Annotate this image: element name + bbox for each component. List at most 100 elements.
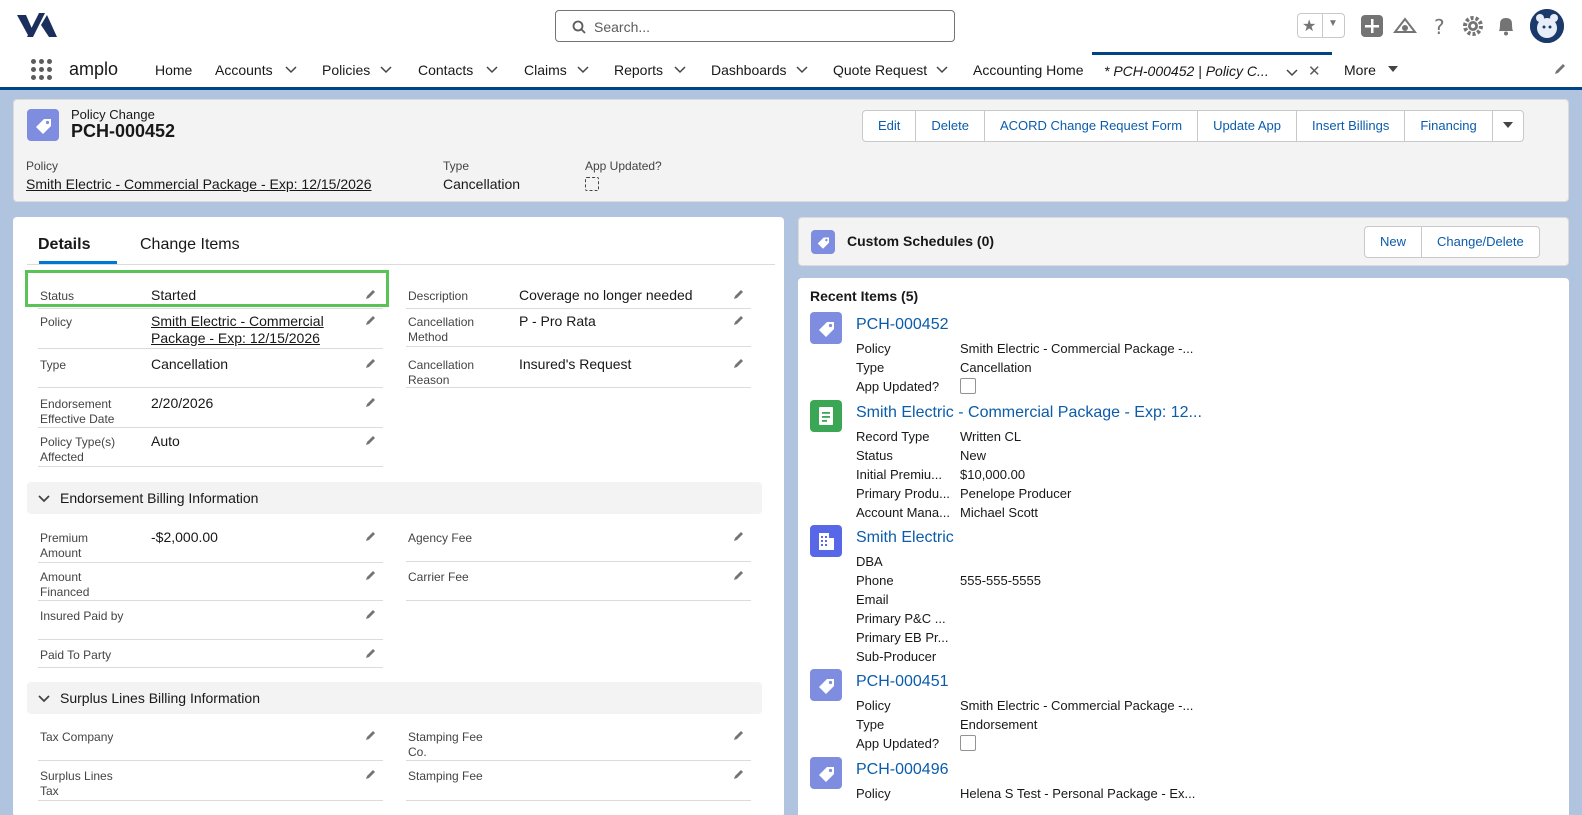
policy-link[interactable]: Smith Electric - Commercial Package - Ex… xyxy=(151,313,351,347)
pencil-icon[interactable] xyxy=(365,396,377,408)
tab-pch-000452[interactable]: * PCH-000452 | Policy C... ✕ xyxy=(1092,52,1332,87)
chevron-down-icon[interactable] xyxy=(38,492,50,504)
field-policy-types-affected: Policy Type(s) Affected Auto xyxy=(38,431,383,467)
pencil-icon[interactable] xyxy=(365,608,377,620)
chevron-down-icon[interactable] xyxy=(577,65,589,75)
chevron-down-icon[interactable] xyxy=(796,65,808,75)
pencil-icon[interactable] xyxy=(733,729,745,741)
search-placeholder: Search... xyxy=(594,19,651,35)
pencil-icon[interactable] xyxy=(365,530,377,542)
tab-details[interactable]: Details xyxy=(38,236,90,254)
section-surplus-lines-billing[interactable]: Surplus Lines Billing Information xyxy=(27,682,762,714)
nav-item-accounts[interactable]: Accounts xyxy=(215,62,273,78)
section-title: Endorsement Billing Information xyxy=(60,490,259,506)
favorites-button[interactable]: ★ ▼ xyxy=(1297,13,1345,38)
field-label: Endorsement Effective Date xyxy=(40,397,115,426)
global-header: Search... ★ ▼ ? xyxy=(0,0,1582,52)
bell-icon[interactable] xyxy=(1494,14,1518,38)
nav-item-dashboards[interactable]: Dashboards xyxy=(711,62,787,78)
field-insured-paid-by: Insured Paid by xyxy=(38,605,383,640)
chevron-down-icon[interactable] xyxy=(674,65,686,75)
pencil-icon[interactable] xyxy=(365,357,377,369)
recent-item-link[interactable]: PCH-000451 xyxy=(856,673,949,691)
recent-item-value: $10,000.00 xyxy=(960,467,1026,482)
delete-button[interactable]: Delete xyxy=(915,110,985,142)
chevron-down-icon[interactable]: ▼ xyxy=(1328,18,1338,29)
field-label: Carrier Fee xyxy=(408,570,469,584)
chevron-down-icon[interactable] xyxy=(285,65,297,75)
section-endorsement-billing[interactable]: Endorsement Billing Information xyxy=(27,482,762,514)
financing-button[interactable]: Financing xyxy=(1404,110,1493,142)
more-actions-button[interactable] xyxy=(1491,110,1524,142)
recent-item-link[interactable]: Smith Electric - Commercial Package - Ex… xyxy=(856,404,1202,422)
pencil-icon[interactable] xyxy=(365,434,377,446)
field-value: Cancellation xyxy=(151,356,229,372)
change-delete-button[interactable]: Change/Delete xyxy=(1421,226,1540,258)
amplo-logo-icon[interactable] xyxy=(17,11,57,39)
pencil-icon[interactable] xyxy=(365,729,377,741)
pencil-icon[interactable] xyxy=(365,288,377,300)
nav-item-quote-request[interactable]: Quote Request xyxy=(833,62,927,78)
pencil-icon[interactable] xyxy=(365,768,377,780)
nav-item-accounting-home[interactable]: Accounting Home xyxy=(973,62,1084,78)
chevron-down-icon[interactable] xyxy=(38,692,50,704)
tag-icon xyxy=(819,679,834,694)
acord-change-request-form-button[interactable]: ACORD Change Request Form xyxy=(983,110,1199,142)
app-launcher-icon[interactable] xyxy=(31,59,53,81)
field-paid-to-party: Paid To Party xyxy=(38,644,383,668)
nav-item-contacts[interactable]: Contacts xyxy=(418,62,473,78)
pencil-icon[interactable] xyxy=(733,569,745,581)
trailhead-icon[interactable] xyxy=(1393,14,1417,38)
update-app-button[interactable]: Update App xyxy=(1197,110,1298,142)
pencil-icon[interactable] xyxy=(365,569,377,581)
pencil-icon[interactable] xyxy=(733,314,745,326)
recent-item-value: New xyxy=(960,448,987,463)
pencil-icon[interactable] xyxy=(365,647,377,659)
caret-down-icon[interactable] xyxy=(1387,64,1399,74)
gear-icon[interactable] xyxy=(1461,14,1485,38)
pencil-icon[interactable] xyxy=(733,288,745,300)
recent-item-link[interactable]: PCH-000496 xyxy=(856,761,949,779)
edit-button[interactable]: Edit xyxy=(862,110,917,142)
new-button[interactable]: New xyxy=(1364,226,1423,258)
chevron-down-icon[interactable] xyxy=(380,65,392,75)
edit-nav-icon[interactable] xyxy=(1553,62,1567,76)
insert-billings-button[interactable]: Insert Billings xyxy=(1296,110,1406,142)
recent-item-link[interactable]: Smith Electric xyxy=(856,529,954,547)
nav-item-reports[interactable]: Reports xyxy=(614,62,663,78)
policy-change-icon xyxy=(811,230,835,254)
pencil-icon[interactable] xyxy=(733,357,745,369)
chevron-down-icon[interactable] xyxy=(936,65,948,75)
nav-item-home[interactable]: Home xyxy=(155,62,192,78)
chevron-down-icon[interactable] xyxy=(1286,68,1298,78)
field-label: Status xyxy=(40,289,75,303)
global-create-icon[interactable] xyxy=(1360,14,1384,38)
recent-item-link[interactable]: PCH-000452 xyxy=(856,316,949,334)
field-value: Insured's Request xyxy=(519,356,632,372)
field-label: Description xyxy=(408,289,469,303)
tag-icon xyxy=(36,119,51,134)
user-avatar[interactable] xyxy=(1530,9,1564,43)
tab-change-items[interactable]: Change Items xyxy=(140,236,240,254)
recent-item-value: Michael Scott xyxy=(960,505,1039,520)
recent-item-label: Sub-Producer xyxy=(856,649,937,664)
pencil-icon[interactable] xyxy=(365,314,377,326)
policy-change-icon xyxy=(810,669,842,701)
highlight-policy-link[interactable]: Smith Electric - Commercial Package - Ex… xyxy=(26,176,371,192)
nav-more[interactable]: More xyxy=(1344,62,1376,78)
close-icon[interactable]: ✕ xyxy=(1308,62,1321,80)
app-updated-checkbox[interactable] xyxy=(585,177,599,191)
star-icon[interactable]: ★ xyxy=(1302,16,1316,36)
global-search-input[interactable]: Search... xyxy=(555,10,955,42)
recent-item-value: Smith Electric - Commercial Package -... xyxy=(960,341,1194,356)
field-status: Status Started xyxy=(38,285,383,309)
pencil-icon[interactable] xyxy=(733,530,745,542)
pencil-icon[interactable] xyxy=(733,768,745,780)
nav-item-policies[interactable]: Policies xyxy=(322,62,370,78)
active-tab-label[interactable]: * PCH-000452 | Policy C... xyxy=(1104,63,1274,79)
recent-item-label: Type xyxy=(856,360,885,375)
nav-item-claims[interactable]: Claims xyxy=(524,62,567,78)
help-icon[interactable]: ? xyxy=(1428,14,1452,38)
chevron-down-icon[interactable] xyxy=(486,65,498,75)
record-title: PCH-000452 xyxy=(71,121,176,141)
